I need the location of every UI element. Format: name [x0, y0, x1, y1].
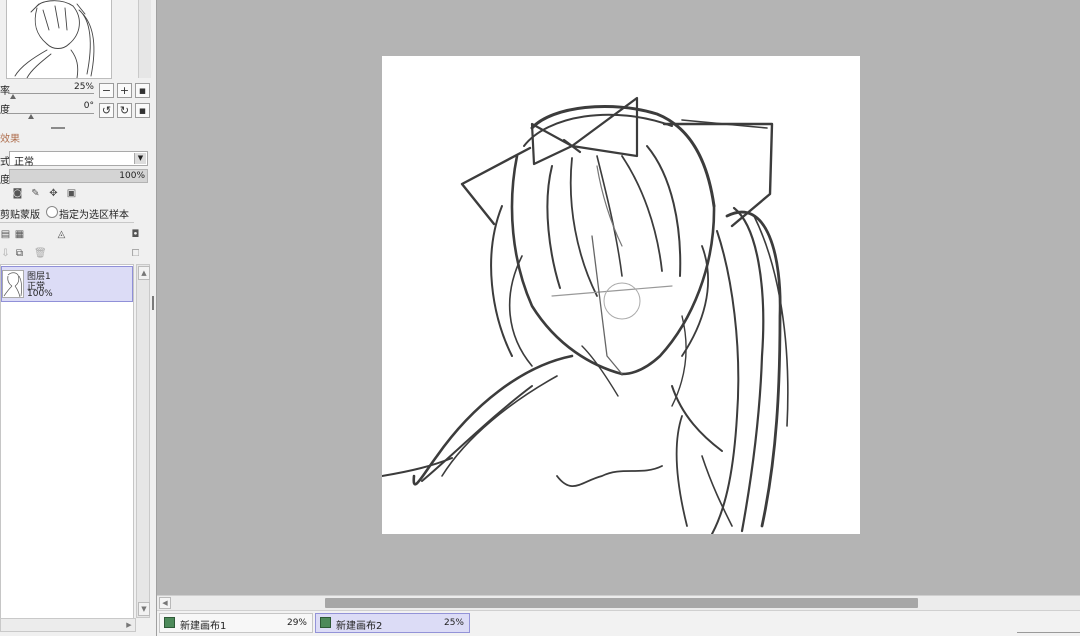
angle-slider-handle[interactable] — [28, 114, 34, 119]
lock-transparency-icon[interactable]: ◙ — [12, 188, 23, 199]
layer-thumbnail — [2, 270, 24, 298]
canvas-icon — [320, 617, 331, 628]
chevron-down-icon: ▼ — [134, 153, 146, 164]
sketch-drawing — [381, 96, 789, 535]
layer-toolbar: ▤ ▦ ◬ ◘ ⇩ ⧉ 🗑 ⧠ — [0, 222, 140, 265]
tab-canvas-2[interactable]: 新建画布2 25% — [315, 613, 470, 633]
opacity-value: 100% — [119, 171, 145, 181]
layers-hscrollbar[interactable]: ▶ — [0, 618, 136, 632]
chevron-down-icon[interactable]: ▼ — [138, 602, 150, 616]
opacity-slider[interactable]: 100% — [9, 169, 148, 183]
zoom-slider-track[interactable] — [8, 93, 94, 94]
layer-sketch-thumbnail — [3, 272, 22, 298]
lock-all-icon[interactable]: ▣ — [66, 188, 77, 199]
navigator-scrollbar[interactable] — [138, 0, 151, 78]
chevron-up-icon[interactable]: ▲ — [138, 266, 150, 280]
angle-slider-track[interactable] — [8, 113, 94, 114]
rotate-left-button[interactable]: ↺ — [99, 103, 114, 118]
zoom-slider-handle[interactable] — [10, 94, 16, 99]
tab-zoom: 25% — [443, 618, 464, 628]
navigator-preview[interactable] — [6, 0, 112, 79]
new-layer-icon[interactable]: ▤ — [0, 229, 11, 240]
zoom-in-button[interactable]: + — [117, 83, 132, 98]
canvas-icon — [164, 617, 175, 628]
merge-down-icon[interactable]: ⧉ — [14, 248, 25, 259]
transfer-down-icon[interactable]: ⇩ — [0, 248, 11, 259]
canvas-hscrollbar[interactable]: ◀ — [157, 595, 1080, 610]
new-folder-icon[interactable]: ◬ — [56, 229, 67, 240]
layer-item[interactable]: 图层1 正常 100% — [1, 266, 133, 302]
canvas-hscroll-thumb[interactable] — [325, 598, 918, 608]
lock-move-icon[interactable]: ✥ — [48, 188, 59, 199]
effects-title: 效果 — [0, 134, 20, 145]
lock-paint-icon[interactable]: ✎ — [30, 188, 41, 199]
layer-opacity: 100% — [27, 289, 53, 299]
zoom-reset-button[interactable]: ▪ — [135, 83, 150, 98]
delete-layer-icon[interactable]: 🗑 — [34, 248, 47, 259]
zoom-value: 25% — [73, 82, 94, 92]
blend-mode-select[interactable]: 正常 ▼ — [9, 151, 148, 168]
chevron-left-icon[interactable]: ◀ — [159, 597, 171, 609]
tab-canvas-1[interactable]: 新建画布1 29% — [159, 613, 313, 633]
layer-mask-icon[interactable]: ◘ — [130, 229, 141, 240]
blend-mode-value: 正常 — [14, 157, 34, 168]
selection-source-label: 指定为选区样本 — [59, 210, 129, 221]
angle-value: 0° — [83, 101, 94, 111]
tab-zoom: 29% — [286, 618, 307, 628]
zoom-label: 率 — [0, 86, 10, 97]
drawing-canvas[interactable] — [381, 56, 860, 535]
layers-list: 图层1 正常 100% — [0, 264, 134, 619]
new-linework-layer-icon[interactable]: ▦ — [14, 229, 25, 240]
clipping-mask-label[interactable]: 剪贴蒙版 — [0, 206, 40, 221]
rotate-right-button[interactable]: ↻ — [117, 103, 132, 118]
tab-name: 新建画布1 — [180, 621, 227, 632]
selection-source-checkbox[interactable] — [46, 206, 58, 218]
layers-scrollbar[interactable]: ▲ ▼ — [136, 264, 150, 618]
panel-splitter[interactable] — [152, 296, 154, 310]
layer-properties-icon[interactable]: ⧠ — [130, 248, 141, 259]
left-panel: 率 25% − + ▪ 度 0° ↺ ↻ ▪ 效果 式 正常 ▼ 度 100% … — [0, 0, 157, 636]
canvas-workspace[interactable] — [157, 0, 1080, 595]
navigator-sketch-thumbnail — [14, 0, 95, 79]
tab-name: 新建画布2 — [336, 621, 383, 632]
canvas-tab-bar: 新建画布1 29% 新建画布2 25% — [157, 610, 1080, 636]
status-divider — [1017, 632, 1080, 633]
zoom-out-button[interactable]: − — [99, 83, 114, 98]
panel-resize-grip[interactable] — [51, 127, 65, 129]
chevron-right-icon[interactable]: ▶ — [124, 620, 134, 630]
rotate-reset-button[interactable]: ▪ — [135, 103, 150, 118]
